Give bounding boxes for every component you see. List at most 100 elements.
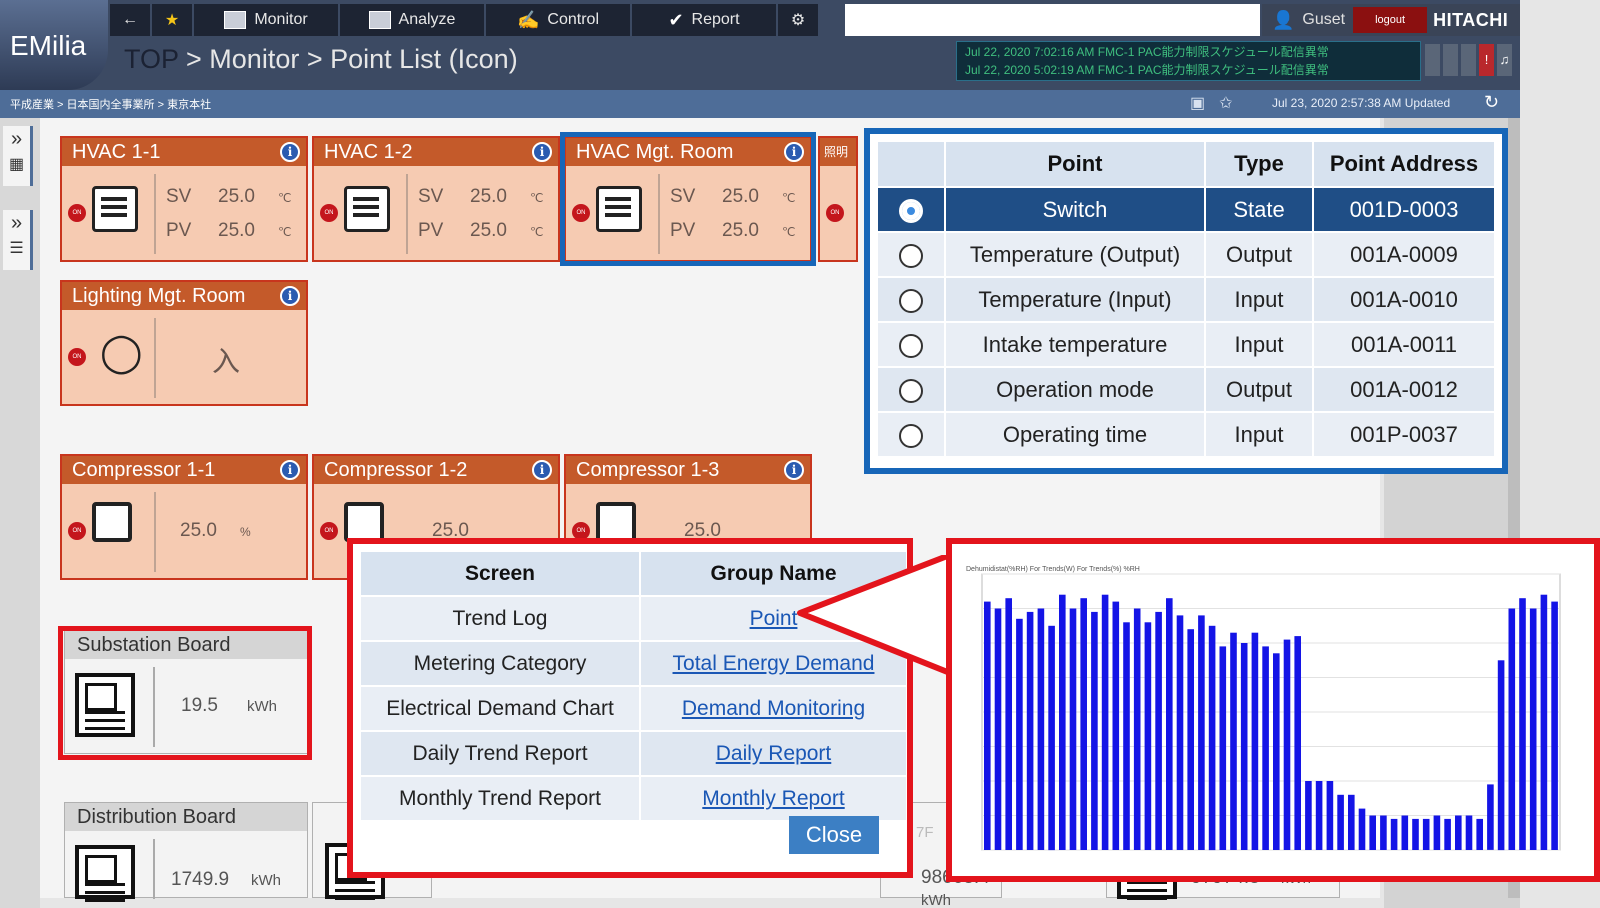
alarm-icons: ! ♫ [1425,44,1512,76]
point-card-lighting-mgt-room[interactable]: Lighting Mgt. Room i ON ◯ 入 [60,280,308,406]
point-cell: Operating time [946,413,1204,456]
point-card-hvac-1-2[interactable]: HVAC 1-2 i ON SV 25.0 ℃ PV 25.0 ℃ [312,136,560,262]
info-icon[interactable]: i [532,142,552,162]
on-status-icon: ON [826,204,844,222]
chart-bar [1059,594,1066,850]
favorite-star-icon[interactable]: ✩ [1219,93,1232,113]
point-card-compressor-1-1[interactable]: Compressor 1-1 i ON 25.0% [60,454,308,580]
group-cell: Daily Report [641,732,906,775]
info-icon[interactable]: i [280,460,300,480]
radio-button[interactable] [899,378,923,403]
table-row[interactable]: Operation mode Output 001A-0012 [878,368,1494,411]
info-icon[interactable]: i [784,460,804,480]
type-cell: Input [1206,323,1312,366]
unit: kWh [921,892,951,908]
card-header: Compressor 1-3 i [566,456,810,484]
unit: ℃ [278,191,292,205]
table-row[interactable]: Intake temperature Input 001A-0011 [878,323,1494,366]
menu-report[interactable]: ✔ Report [632,4,776,36]
expand-tree-button[interactable]: » ☰ [3,210,33,270]
select-cell[interactable] [878,323,944,366]
monitor-icon [224,11,247,29]
analyze-icon [368,11,391,29]
breadcrumb-top[interactable]: TOP [124,44,179,74]
chart-bar [1133,608,1141,850]
address-cell: 001A-0009 [1314,233,1494,276]
select-cell[interactable] [878,368,944,411]
chart-bar [1508,608,1516,850]
chart-bar [1433,815,1441,850]
menu-control[interactable]: ✍ Control [486,4,630,36]
point-card-hvac-1-1[interactable]: HVAC 1-1 i ON SV 25.0 ℃ PV 25.0 ℃ [60,136,308,262]
light-bulb-icon: ◯ [100,332,143,374]
sv-value: 25.0 [218,186,255,207]
alarm-level-icon[interactable] [1443,44,1458,76]
info-icon[interactable]: i [532,460,552,480]
checkmark-icon: ✔ [668,9,684,30]
mute-icon[interactable]: ♫ [1497,44,1512,76]
value: 1749.9 [171,869,230,890]
logout-button[interactable]: logout [1353,7,1428,33]
select-cell[interactable] [878,188,944,231]
value-row: 25.0% [180,520,251,542]
menu-monitor[interactable]: Monitor [194,4,338,36]
select-cell[interactable] [878,278,944,321]
card-header: Compressor 1-1 i [62,456,306,484]
exclamation-icon[interactable]: ! [1479,44,1494,76]
radio-button[interactable] [899,423,923,448]
radio-selected[interactable] [899,198,923,223]
chart-bar [1198,615,1205,850]
updated-timestamp: Jul 23, 2020 2:57:38 AM Updated [1272,96,1451,110]
chart-bar [1529,608,1537,850]
user-bar: 👤 Guset logout HITACHI [1262,4,1520,36]
callout-fill [808,563,950,665]
card-header: HVAC 1-1 i [62,138,306,166]
table-row: Monthly Trend Report Monthly Report [361,777,906,820]
radio-button[interactable] [899,288,923,313]
settings-button[interactable]: ⚙ [778,4,818,36]
chart-bar [1091,611,1098,850]
group-link-monthly-report[interactable]: Monthly Report [702,787,844,810]
column-header-screen: Screen [361,552,639,595]
radio-button[interactable] [899,243,923,268]
expand-building-button[interactable]: » ▦ [3,126,33,186]
address-cell: 001A-0010 [1314,278,1494,321]
chart-bar [1519,598,1526,850]
screen-icon[interactable]: ▣ [1190,93,1205,113]
select-cell[interactable] [878,233,944,276]
alarm-level-icon[interactable] [1461,44,1476,76]
table-row[interactable]: Temperature (Output) Output 001A-0009 [878,233,1494,276]
card-header: Lighting Mgt. Room i [62,282,306,310]
favorite-button[interactable]: ★ [152,4,192,36]
compressor-icon [596,502,636,542]
address-cell: 001D-0003 [1314,188,1494,231]
close-button[interactable]: Close [789,816,879,854]
menu-control-label: Control [547,11,599,28]
table-row[interactable]: Switch State 001D-0003 [878,188,1494,231]
back-button[interactable]: ← [110,4,150,36]
group-link-demand-monitoring[interactable]: Demand Monitoring [682,697,865,720]
column-header-point: Point [946,142,1204,186]
card-title: Distribution Board [77,806,236,828]
divider [406,174,408,254]
select-cell[interactable] [878,413,944,456]
info-icon[interactable]: i [280,142,300,162]
chart-bar [1155,611,1162,850]
alarm-ticker[interactable]: Jul 22, 2020 7:02:16 AM FMC-1 PAC能力制限スケジ… [956,41,1421,81]
chart-bar [1390,818,1398,850]
emilia-logo[interactable]: EMilia [0,0,108,90]
point-card-distribution-board[interactable]: Distribution Board 1749.9 kWh [64,802,308,899]
point-card-partial[interactable]: 照明 ON [818,136,858,262]
alarm-level-icon[interactable] [1425,44,1440,76]
refresh-icon[interactable]: ↻ [1484,92,1499,113]
on-status-icon: ON [68,348,86,366]
table-row[interactable]: Operating time Input 001P-0037 [878,413,1494,456]
breadcrumb-rest: > Monitor > Point List (Icon) [178,44,518,74]
table-row[interactable]: Temperature (Input) Input 001A-0010 [878,278,1494,321]
group-link-daily-report[interactable]: Daily Report [716,742,832,765]
unit: ℃ [278,225,292,239]
value-row: 1749.9 kWh [171,869,281,891]
menu-analyze[interactable]: Analyze [340,4,484,36]
info-icon[interactable]: i [280,286,300,306]
radio-button[interactable] [899,333,923,358]
